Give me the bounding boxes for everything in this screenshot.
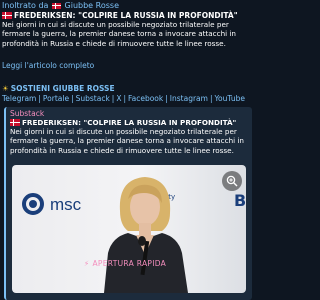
speaker-photo — [104, 177, 188, 293]
denmark-flag-icon — [2, 12, 12, 19]
backdrop-letter: B — [234, 191, 246, 210]
link-substack[interactable]: Substack — [76, 94, 110, 103]
separator: | — [71, 94, 74, 103]
social-links: Telegram | Portale | Substack | X | Facebook | Ins… — [2, 94, 252, 103]
link-telegram[interactable]: Telegram — [2, 94, 36, 103]
link-portale[interactable]: Portale — [43, 94, 69, 103]
bolt-icon: ⚡ — [83, 259, 90, 268]
preview-line: profondità in Russia e chiede di rimuove… — [10, 145, 234, 155]
preview-title: FREDERIKSEN: "COLPIRE LA RUSSIA IN PROFO… — [10, 118, 236, 127]
message-line: profondità in Russia e chiede di rimuove… — [2, 38, 226, 48]
zoom-button[interactable] — [222, 171, 242, 191]
denmark-flag-icon — [51, 2, 61, 9]
separator: | — [123, 94, 126, 103]
link-preview-card[interactable]: Substack FREDERIKSEN: "COLPIRE LA RUSSIA… — [4, 107, 252, 300]
message-line: fermare la guerra, la premier danese tor… — [2, 29, 236, 39]
zoom-icon — [226, 175, 238, 187]
separator: | — [165, 94, 168, 103]
instant-view-label[interactable]: APERTURA RAPIDA — [92, 259, 166, 268]
read-more-link[interactable]: Leggi l'articolo completo — [2, 61, 94, 70]
link-x[interactable]: X — [116, 94, 121, 103]
msc-logo-icon — [22, 193, 44, 215]
message-body: Nei giorni in cui si discute un possibil… — [2, 20, 248, 48]
preview-title-text: FREDERIKSEN: "COLPIRE LA RUSSIA IN PROFO… — [22, 118, 237, 127]
separator: | — [111, 94, 115, 103]
preview-site-name: Substack — [10, 109, 45, 118]
link-facebook[interactable]: Facebook — [128, 94, 163, 103]
message-line: Nei giorni in cui si discute un possibil… — [2, 20, 229, 29]
msc-logo-text: msc — [50, 195, 82, 214]
preview-image[interactable]: msc urity B — [12, 165, 246, 293]
link-youtube[interactable]: YouTube — [214, 94, 245, 103]
message-title-text: FREDERIKSEN: "COLPIRE LA RUSSIA IN PROFO… — [14, 11, 238, 20]
message-title: FREDERIKSEN: "COLPIRE LA RUSSIA IN PROFO… — [2, 11, 238, 20]
forwarded-source-name[interactable]: Giubbe Rosse — [65, 1, 119, 10]
preview-line: Nei giorni in cui si discute un possibil… — [10, 127, 237, 136]
forwarded-from-header[interactable]: Inoltrato da Giubbe Rosse — [2, 1, 119, 10]
channel-name[interactable]: SOSTIENI GIUBBE ROSSE — [11, 84, 115, 93]
preview-description: Nei giorni in cui si discute un possibil… — [10, 127, 250, 155]
separator: | — [209, 94, 213, 103]
instant-view-button[interactable]: ⚡ APERTURA RAPIDA — [0, 259, 250, 268]
sun-icon: ☀ — [2, 84, 9, 93]
forwarded-prefix: Inoltrato da — [2, 1, 49, 10]
channel-support-link[interactable]: ☀ SOSTIENI GIUBBE ROSSE — [2, 84, 115, 93]
denmark-flag-icon — [10, 119, 20, 126]
preview-line: fermare la guerra, la premier danese tor… — [10, 136, 244, 146]
separator: | — [38, 94, 41, 103]
link-instagram[interactable]: Instagram — [170, 94, 208, 103]
